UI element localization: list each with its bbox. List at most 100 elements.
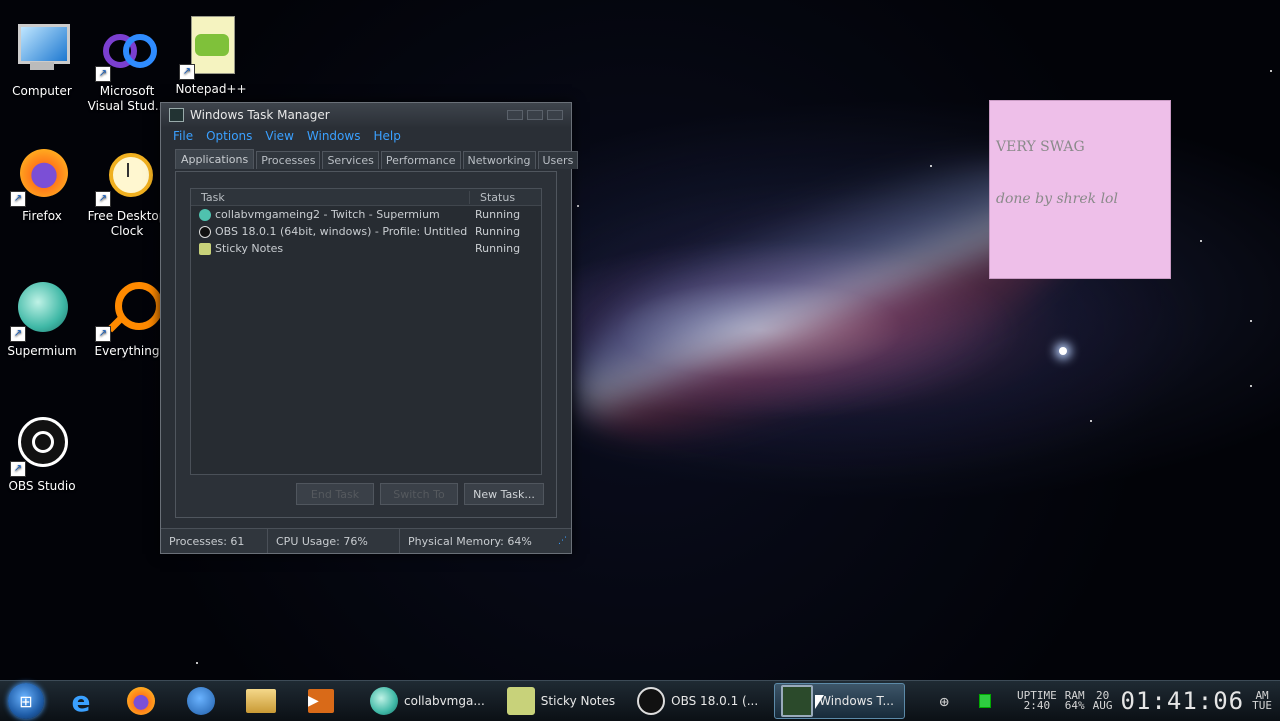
start-button[interactable]: ⊞: [8, 683, 44, 719]
menu-windows[interactable]: Windows: [307, 129, 361, 143]
star: [196, 662, 198, 664]
end-task-button[interactable]: End Task: [296, 483, 374, 505]
resize-grip-icon[interactable]: ⋰: [558, 536, 567, 546]
sticky-notes-icon: [506, 687, 535, 715]
task-status: Running: [475, 242, 521, 255]
taskbar-item-task-manager[interactable]: Windows T...: [774, 683, 905, 719]
switch-to-button[interactable]: Switch To: [380, 483, 458, 505]
desktop-icon-label: Firefox: [22, 209, 62, 223]
task-manager-icon: [781, 685, 814, 717]
menu-help[interactable]: Help: [373, 129, 400, 143]
shortcut-arrow-icon: ↗: [10, 461, 26, 477]
title-bar[interactable]: Windows Task Manager: [161, 103, 571, 127]
task-manager-window[interactable]: Windows Task Manager File Options View W…: [160, 102, 579, 554]
date-gadget: 20 AUG: [1092, 690, 1113, 712]
shortcut-arrow-icon: ↗: [95, 66, 111, 82]
supermium-icon: [370, 687, 398, 715]
tab-networking[interactable]: Networking: [462, 151, 536, 169]
tab-users[interactable]: Users: [537, 151, 579, 169]
magnifier-icon: ↗: [95, 280, 163, 342]
column-task[interactable]: Task: [191, 190, 470, 204]
column-status[interactable]: Status: [470, 191, 515, 204]
tray-plus-icon[interactable]: ⊕: [939, 692, 949, 711]
obs-icon: ↗: [10, 415, 72, 477]
task-list[interactable]: Task Status collabvmgameing2 - Twitch - …: [190, 188, 542, 475]
new-task-button[interactable]: New Task...: [464, 483, 544, 505]
desktop-icon-computer[interactable]: Computer: [2, 20, 82, 99]
taskbar-item-supermium[interactable]: collabvmga...: [364, 684, 495, 718]
desktop-icon-obs-studio[interactable]: ↗ OBS Studio: [2, 415, 82, 494]
desktop-icon-notepadpp[interactable]: ↗ Notepad++: [171, 12, 251, 97]
obs-icon: [199, 225, 211, 238]
star: [1090, 420, 1092, 422]
desktop-icon-free-desktop-clock[interactable]: ↗ Free Desktop Clock: [87, 145, 167, 239]
minimize-button[interactable]: [507, 110, 523, 120]
shortcut-arrow-icon: ↗: [10, 326, 26, 342]
desktop-icon-label: OBS Studio: [8, 479, 76, 493]
task-name: OBS 18.0.1 (64bit, windows) - Profile: U…: [215, 225, 469, 238]
list-item[interactable]: Sticky Notes Running: [191, 240, 541, 257]
mouse-cursor-icon: [815, 695, 824, 709]
supermium-icon: [199, 208, 211, 221]
system-tray: ⊕ UPTIME 2:40 RAM 64% 20 AUG 01:41:06 AM…: [939, 687, 1280, 715]
desktop-icon-label: Microsoft Visual Stud...: [87, 84, 167, 113]
windows-media-icon[interactable]: [178, 683, 224, 719]
visual-studio-icon: ↗: [95, 20, 157, 82]
clock-time[interactable]: 01:41:06: [1121, 687, 1245, 715]
sticky-note-line: VERY SWAG: [996, 139, 1085, 155]
menu-file[interactable]: File: [173, 129, 193, 143]
taskbar-item-sticky-notes[interactable]: Sticky Notes: [501, 684, 625, 718]
tab-services[interactable]: Services: [322, 151, 379, 169]
list-item[interactable]: collabvmgameing2 - Twitch - Supermium Ru…: [191, 206, 541, 223]
sticky-note-line: done by shrek lol: [996, 191, 1118, 207]
menu-view[interactable]: View: [265, 129, 293, 143]
internet-explorer-icon[interactable]: e: [58, 683, 104, 719]
list-item[interactable]: OBS 18.0.1 (64bit, windows) - Profile: U…: [191, 223, 541, 240]
tab-processes[interactable]: Processes: [256, 151, 321, 169]
shortcut-arrow-icon: ↗: [95, 326, 111, 342]
tray-status-icon[interactable]: [979, 694, 992, 708]
maximize-button[interactable]: [527, 110, 543, 120]
date-month: AUG: [1092, 699, 1113, 712]
task-name: Sticky Notes: [215, 242, 284, 255]
desktop-icon-visual-studio[interactable]: ↗ Microsoft Visual Stud...: [87, 20, 167, 114]
status-cpu-usage: CPU Usage: 76%: [268, 529, 400, 553]
desktop-icon-everything[interactable]: ↗ Everything: [87, 280, 167, 359]
menu-bar: File Options View Windows Help: [161, 127, 571, 145]
firefox-icon: ↗: [10, 145, 72, 207]
star: [1250, 320, 1252, 322]
menu-options[interactable]: Options: [206, 129, 252, 143]
firefox-icon[interactable]: [118, 683, 164, 719]
shortcut-arrow-icon: ↗: [179, 64, 195, 80]
task-manager-icon: [169, 108, 184, 122]
taskbar-item-label: collabvmga...: [404, 694, 485, 708]
desktop-icon-firefox[interactable]: ↗ Firefox: [2, 145, 82, 224]
media-player-icon[interactable]: ▶: [298, 683, 344, 719]
uptime-gadget: UPTIME 2:40: [1017, 690, 1057, 711]
tab-applications[interactable]: Applications: [175, 149, 255, 169]
desktop-icon-label: Everything: [94, 344, 160, 358]
list-header: Task Status: [191, 189, 541, 206]
taskbar-item-label: OBS 18.0.1 (...: [671, 694, 759, 708]
desktop-icon-label: Free Desktop Clock: [87, 209, 167, 238]
sticky-note[interactable]: VERY SWAG done by shrek lol: [989, 100, 1171, 279]
clock-weekday: TUE: [1252, 699, 1272, 712]
desktop-icon-supermium[interactable]: ↗ Supermium: [2, 280, 82, 359]
tab-performance[interactable]: Performance: [380, 151, 461, 169]
tab-strip: Applications Processes Services Performa…: [175, 149, 579, 169]
close-button[interactable]: [547, 110, 563, 120]
desktop-icon-label: Computer: [12, 84, 72, 98]
sticky-notes-icon: [199, 242, 211, 255]
status-physical-memory: Physical Memory: 64%: [408, 534, 532, 548]
status-bar: Processes: 61 CPU Usage: 76% Physical Me…: [161, 528, 571, 553]
applications-panel: Task Status collabvmgameing2 - Twitch - …: [175, 171, 557, 518]
taskbar-item-label: Windows T...: [819, 694, 894, 708]
star: [577, 205, 579, 207]
ram-value: 64%: [1064, 699, 1085, 712]
file-explorer-icon[interactable]: [238, 683, 284, 719]
star: [1270, 70, 1272, 72]
computer-icon: [12, 20, 72, 80]
taskbar-item-label: Sticky Notes: [540, 694, 616, 708]
shortcut-arrow-icon: ↗: [95, 191, 111, 207]
taskbar-item-obs[interactable]: OBS 18.0.1 (...: [631, 684, 768, 718]
